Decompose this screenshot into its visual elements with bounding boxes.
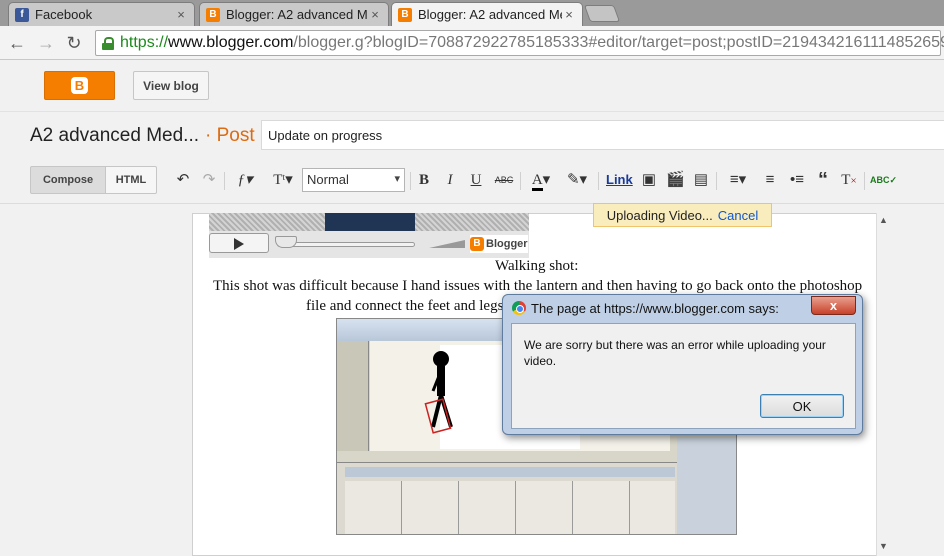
seek-handle[interactable] xyxy=(275,236,297,248)
toolbar-separator xyxy=(598,172,599,190)
url-path: /blogger.g?blogID=708872922785185333#edi… xyxy=(293,34,944,51)
close-tab-icon[interactable]: × xyxy=(562,7,576,22)
tab-facebook[interactable]: f Facebook × xyxy=(8,2,195,26)
post-text-line-3[interactable]: file and connect the feet and legs xyxy=(306,298,503,315)
play-button[interactable] xyxy=(209,233,269,253)
highlight-color-icon[interactable]: ✎▾ xyxy=(562,170,592,190)
close-tab-icon[interactable]: × xyxy=(368,7,382,22)
font-size-icon[interactable]: Tᵗ▾ xyxy=(268,170,298,190)
underline-icon[interactable]: U xyxy=(468,170,484,190)
dialog-body: We are sorry but there was an error whil… xyxy=(511,323,856,429)
spellcheck-icon[interactable]: ABC✓ xyxy=(870,170,897,190)
toolbar-separator xyxy=(864,172,865,190)
bold-icon[interactable]: B xyxy=(416,170,432,190)
url-host: www.blogger.com xyxy=(168,34,294,51)
video-blogger-logo: B Blogger xyxy=(470,235,528,253)
tab-blogger-1[interactable]: B Blogger: A2 advanced Med × xyxy=(199,2,389,26)
quote-icon[interactable]: “ xyxy=(814,170,832,190)
screenshot-timeline xyxy=(337,462,677,534)
video-logo-text: Blogger xyxy=(486,238,528,250)
tab-blogger-2[interactable]: B Blogger: A2 advanced Med × xyxy=(391,2,583,26)
ok-button[interactable]: OK xyxy=(760,394,844,418)
forward-arrow-icon[interactable]: → xyxy=(36,33,56,53)
dialog-message: We are sorry but there was an error whil… xyxy=(524,338,826,368)
toolbar-separator xyxy=(410,172,411,190)
html-mode-button[interactable]: HTML xyxy=(105,166,157,194)
view-blog-button[interactable]: View blog xyxy=(133,71,209,100)
blog-name[interactable]: A2 advanced Med... xyxy=(30,125,199,147)
blogger-icon: B xyxy=(206,7,220,22)
walking-figure-icon xyxy=(424,351,453,434)
redo-icon[interactable]: ↷ xyxy=(200,170,218,190)
text-color-icon[interactable]: A▾ xyxy=(526,170,556,191)
close-dialog-button[interactable]: x xyxy=(811,296,856,315)
undo-icon[interactable]: ↶ xyxy=(174,170,192,190)
upload-status-text: Uploading Video... xyxy=(606,207,713,223)
address-bar[interactable]: https:// www.blogger.com /blogger.g?blog… xyxy=(95,30,944,56)
facebook-icon: f xyxy=(15,7,29,22)
reload-icon[interactable]: ↻ xyxy=(64,33,84,53)
tab-label: Blogger: A2 advanced Med xyxy=(418,7,562,22)
embedded-video-player[interactable]: B Blogger xyxy=(209,213,529,258)
post-text-line-2[interactable]: This shot was difficult because I hand i… xyxy=(213,278,862,295)
insert-video-icon[interactable]: 🎬 xyxy=(666,170,685,190)
editor-toolbar: Compose HTML ↶ ↷ ƒ▾ Tᵗ▾ Normal B I U ABC… xyxy=(0,158,944,204)
video-frame xyxy=(325,213,415,231)
font-family-icon[interactable]: ƒ▾ xyxy=(230,170,260,190)
screenshot-tools-panel xyxy=(337,341,369,451)
cancel-upload-link[interactable]: Cancel xyxy=(718,208,758,223)
insert-jump-break-icon[interactable]: ▤ xyxy=(692,170,710,190)
screenshot-layers-panel xyxy=(677,437,736,534)
lock-icon xyxy=(102,36,114,50)
tab-label: Blogger: A2 advanced Med xyxy=(226,7,368,22)
browser-tab-strip: f Facebook × B Blogger: A2 advanced Med … xyxy=(0,0,944,26)
italic-icon[interactable]: I xyxy=(442,170,458,190)
bulleted-list-icon[interactable]: •≡ xyxy=(787,170,807,190)
blogger-logo-button[interactable]: B xyxy=(44,71,115,100)
upload-status-notice: Uploading Video... Cancel xyxy=(593,203,772,227)
alert-dialog: The page at https://www.blogger.com says… xyxy=(502,294,863,435)
dialog-title: The page at https://www.blogger.com says… xyxy=(531,301,779,316)
numbered-list-icon[interactable]: ≡ xyxy=(760,170,780,190)
new-tab-button[interactable] xyxy=(583,5,621,22)
toolbar-separator xyxy=(520,172,521,190)
close-tab-icon[interactable]: × xyxy=(174,7,188,22)
blogger-logo-icon: B xyxy=(71,77,88,94)
chrome-icon xyxy=(512,301,526,315)
remove-formatting-icon[interactable]: T× xyxy=(840,170,858,190)
blogger-header: B View blog xyxy=(0,60,944,112)
scroll-down-icon[interactable]: ▼ xyxy=(879,541,888,551)
post-title-row: A2 advanced Med... · Post Update on prog… xyxy=(0,112,944,158)
post-title-input[interactable]: Update on progress xyxy=(261,120,944,150)
toolbar-separator xyxy=(224,172,225,190)
post-breadcrumb: · Post xyxy=(205,125,255,146)
compose-mode-button[interactable]: Compose xyxy=(30,166,106,194)
url-scheme: https:// xyxy=(120,34,169,51)
strikethrough-icon[interactable]: ABC xyxy=(492,170,516,190)
blogger-icon: B xyxy=(398,7,412,22)
blogger-icon: B xyxy=(470,237,484,251)
format-value: Normal xyxy=(307,172,349,187)
volume-icon[interactable] xyxy=(429,240,465,248)
post-text-line-1[interactable]: Walking shot: xyxy=(495,258,578,275)
insert-image-icon[interactable]: ▣ xyxy=(640,170,658,190)
timeline-frames xyxy=(345,481,675,534)
link-button[interactable]: Link xyxy=(606,172,633,187)
alignment-icon[interactable]: ≡▾ xyxy=(724,170,752,190)
paragraph-format-select[interactable]: Normal xyxy=(302,168,405,192)
browser-toolbar: ← → ↻ https:// www.blogger.com /blogger.… xyxy=(0,26,944,60)
editor-scrollbar[interactable]: ▲ ▼ xyxy=(876,213,893,556)
timeline-header xyxy=(345,467,675,477)
toolbar-separator xyxy=(716,172,717,190)
back-arrow-icon[interactable]: ← xyxy=(7,33,27,53)
video-seek-bar[interactable] xyxy=(277,242,415,247)
scroll-up-icon[interactable]: ▲ xyxy=(879,215,888,225)
tab-label: Facebook xyxy=(35,7,93,22)
